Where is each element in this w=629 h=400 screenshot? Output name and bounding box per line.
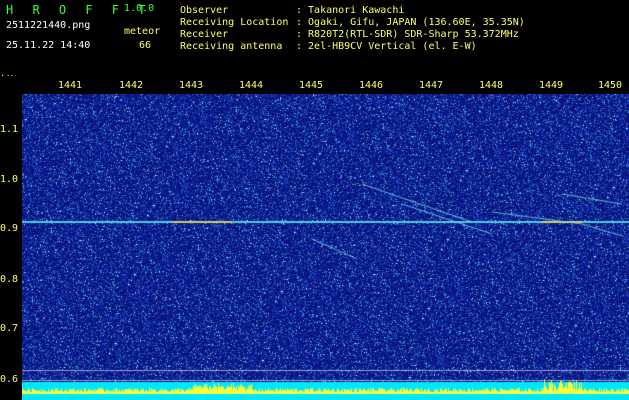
- meteor-label: meteor: [124, 26, 161, 37]
- ytick-1-1: 1.1: [0, 124, 19, 135]
- ytick-0-8: 0.8: [0, 274, 19, 285]
- frequency-axis: 1.1 1.0 0.9 0.8 0.7 0.6: [0, 76, 22, 400]
- spectrogram-plot: [22, 94, 629, 400]
- file-datetime: 25.11.22 14:40: [6, 40, 91, 51]
- time-axis: 1441 1442 1443 1444 1445 1446 1447 1448 …: [0, 76, 629, 94]
- ytick-0-7: 0.7: [0, 323, 19, 334]
- info-key-receiver: Receiver: [180, 29, 229, 40]
- hour-label-1442: 1442: [119, 80, 144, 91]
- file-name: 2511221440.png: [6, 20, 91, 31]
- hour-label-1441: 1441: [58, 80, 83, 91]
- ytick-0-9: 0.9: [0, 223, 19, 234]
- hour-label-1443: 1443: [179, 80, 204, 91]
- ytick-0-6: 0.6: [0, 374, 19, 385]
- hour-label-1449: 1449: [539, 80, 564, 91]
- info-value-location: : Ogaki, Gifu, JAPAN (136.60E, 35.35N): [296, 17, 525, 28]
- hour-label-1446: 1446: [359, 80, 384, 91]
- info-key-location: Receiving Location: [180, 17, 289, 28]
- info-value-observer: : Takanori Kawachi: [296, 5, 405, 16]
- hour-label-1447: 1447: [419, 80, 444, 91]
- hour-label-1444: 1444: [239, 80, 264, 91]
- info-key-antenna: Receiving antenna: [180, 41, 283, 52]
- meteor-count: 66: [139, 40, 152, 51]
- hour-label-1448: 1448: [479, 80, 504, 91]
- header-panel: H R O F F T 1.0.0 2511221440.png 25.11.2…: [0, 0, 629, 76]
- ytick-1-0: 1.0: [0, 174, 19, 185]
- hour-label-1445: 1445: [299, 80, 324, 91]
- info-key-observer: Observer: [180, 5, 229, 16]
- info-value-receiver: : R820T2(RTL-SDR) SDR-Sharp 53.372MHz: [296, 29, 519, 40]
- info-value-antenna: : 2el-HB9CV Vertical (el. E-W): [296, 41, 477, 52]
- hour-label-1450: 1450: [598, 80, 623, 91]
- app-version: 1.0.0: [124, 3, 155, 14]
